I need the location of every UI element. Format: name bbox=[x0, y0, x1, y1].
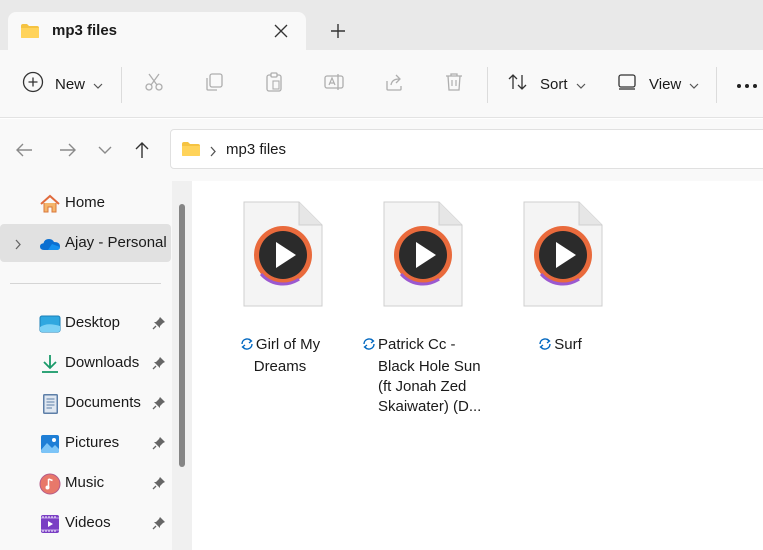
new-button[interactable]: New bbox=[22, 50, 103, 118]
tab-strip: mp3 files bbox=[0, 0, 763, 50]
pin-icon[interactable] bbox=[152, 356, 166, 374]
scrollbar-thumb[interactable] bbox=[179, 204, 185, 467]
folder-icon bbox=[181, 141, 201, 161]
media-file-icon bbox=[523, 201, 603, 307]
address-row: mp3 files bbox=[0, 119, 763, 181]
monitor-icon bbox=[616, 71, 638, 97]
pin-icon[interactable] bbox=[152, 436, 166, 454]
up-arrow-icon[interactable] bbox=[131, 139, 153, 161]
download-icon bbox=[39, 353, 61, 375]
sort-arrows-icon bbox=[507, 71, 529, 97]
videos-icon bbox=[39, 513, 61, 535]
share-icon bbox=[383, 71, 405, 97]
recent-locations-chevron-icon[interactable] bbox=[97, 143, 119, 165]
tab-title: mp3 files bbox=[52, 22, 118, 39]
sync-icon bbox=[240, 337, 254, 357]
chevron-down-icon bbox=[576, 76, 586, 93]
sidebar-item-label: Desktop bbox=[65, 314, 121, 331]
file-name-line: (ft Jonah Zed bbox=[378, 378, 467, 395]
file-name: Girl of My Dreams bbox=[215, 335, 345, 377]
file-name-line: Girl of My bbox=[255, 336, 321, 353]
sidebar-item-label: Videos bbox=[65, 514, 111, 531]
sort-button[interactable]: Sort bbox=[507, 50, 586, 118]
sidebar-item-label: Ajay - Personal bbox=[65, 234, 167, 251]
rename-button[interactable] bbox=[323, 50, 345, 118]
sidebar-item-home[interactable]: Home bbox=[0, 184, 171, 222]
tab-mp3-files[interactable]: mp3 files bbox=[8, 12, 306, 50]
close-icon[interactable] bbox=[272, 22, 290, 40]
file-name-line: Black Hole Sun bbox=[378, 358, 481, 375]
file-name: Surf bbox=[495, 335, 625, 357]
sidebar-item-label: Documents bbox=[65, 394, 141, 411]
navigation-pane: Home Ajay - Personal Desktop Downloads D… bbox=[0, 181, 192, 550]
pin-icon[interactable] bbox=[152, 476, 166, 494]
file-name: Patrick Cc - Black Hole Sun (ft Jonah Ze… bbox=[362, 335, 487, 417]
new-tab-button[interactable] bbox=[328, 21, 348, 41]
view-button[interactable]: View bbox=[616, 50, 699, 118]
pin-icon[interactable] bbox=[152, 316, 166, 334]
sidebar-item-desktop[interactable]: Desktop bbox=[0, 304, 171, 342]
sidebar-scrollbar[interactable] bbox=[172, 181, 192, 550]
pin-icon[interactable] bbox=[152, 396, 166, 414]
sidebar-item-label: Music bbox=[65, 474, 105, 491]
scissors-icon bbox=[143, 71, 165, 97]
toolbar-divider bbox=[121, 67, 122, 103]
sidebar-item-onedrive[interactable]: Ajay - Personal bbox=[0, 224, 171, 262]
home-icon bbox=[39, 193, 61, 215]
toolbar-divider bbox=[487, 67, 488, 103]
file-name-line: Skaiwater) (D... bbox=[378, 398, 482, 415]
chevron-right-icon[interactable] bbox=[14, 237, 22, 254]
chevron-right-icon[interactable] bbox=[209, 144, 217, 161]
folder-icon bbox=[20, 23, 40, 43]
copy-button[interactable] bbox=[203, 50, 225, 118]
file-view: Girl of My Dreams Patrick Cc - Black Hol… bbox=[192, 181, 763, 550]
file-name-line: Surf bbox=[554, 336, 582, 353]
sync-icon bbox=[362, 337, 376, 357]
cut-button[interactable] bbox=[143, 50, 165, 118]
file-name-line: Patrick Cc - bbox=[378, 336, 456, 353]
sidebar-item-documents[interactable]: Documents bbox=[0, 384, 171, 422]
command-bar: New Sort View bbox=[0, 50, 763, 118]
more-horizontal-icon bbox=[736, 76, 758, 93]
file-name-line: Dreams bbox=[253, 358, 307, 375]
sync-icon bbox=[538, 337, 552, 357]
sidebar-item-downloads[interactable]: Downloads bbox=[0, 344, 171, 382]
rename-icon bbox=[323, 71, 345, 97]
pictures-icon bbox=[39, 433, 61, 455]
sidebar-item-label: Pictures bbox=[65, 434, 120, 451]
new-label: New bbox=[55, 75, 86, 93]
sidebar-item-videos[interactable]: Videos bbox=[0, 504, 171, 542]
paste-button[interactable] bbox=[263, 50, 285, 118]
chevron-down-icon bbox=[93, 76, 103, 93]
copy-icon bbox=[203, 71, 225, 97]
toolbar-divider bbox=[716, 67, 717, 103]
onedrive-icon bbox=[39, 233, 61, 255]
sidebar-item-music[interactable]: Music bbox=[0, 464, 171, 502]
media-file-icon bbox=[383, 201, 463, 307]
back-arrow-icon[interactable] bbox=[13, 139, 35, 161]
plus-circle-icon bbox=[22, 71, 44, 97]
documents-icon bbox=[39, 393, 61, 415]
sidebar-item-label: Home bbox=[65, 194, 106, 211]
music-icon bbox=[39, 473, 61, 495]
view-label: View bbox=[649, 75, 682, 93]
media-file-icon bbox=[243, 201, 323, 307]
delete-button[interactable] bbox=[443, 50, 465, 118]
clipboard-icon bbox=[263, 71, 285, 97]
pin-icon[interactable] bbox=[152, 516, 166, 534]
breadcrumb[interactable]: mp3 files bbox=[226, 141, 286, 158]
desktop-icon bbox=[39, 313, 61, 335]
sidebar-item-pictures[interactable]: Pictures bbox=[0, 424, 171, 462]
trash-icon bbox=[443, 71, 465, 97]
share-button[interactable] bbox=[383, 50, 405, 118]
more-options-button[interactable] bbox=[736, 50, 758, 118]
sort-label: Sort bbox=[540, 75, 568, 93]
forward-arrow-icon[interactable] bbox=[57, 139, 79, 161]
chevron-down-icon bbox=[689, 76, 699, 93]
address-bar[interactable]: mp3 files bbox=[170, 129, 763, 169]
sidebar-divider bbox=[10, 283, 161, 284]
sidebar-item-label: Downloads bbox=[65, 354, 140, 371]
